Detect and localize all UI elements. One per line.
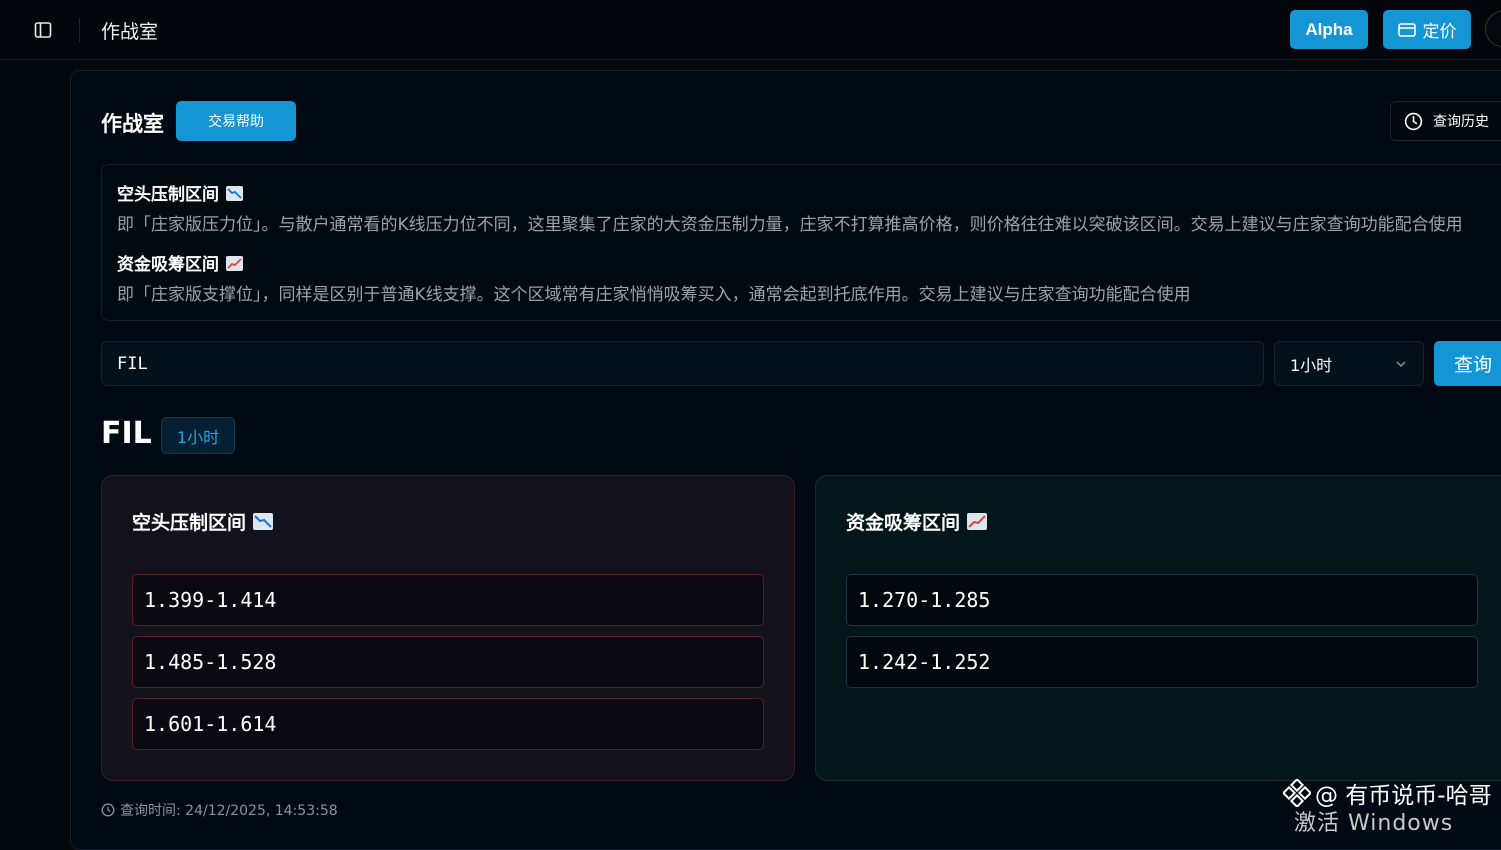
long-zone-title: 资金吸筹区间 (846, 508, 988, 535)
interval-select[interactable]: 1小时 (1274, 341, 1424, 386)
short-range-row: 1.399-1.414 (132, 574, 764, 626)
short-zone-info-title: 空头压制区间 (117, 180, 243, 205)
query-history-button[interactable]: 查询历史 (1390, 101, 1501, 141)
long-zone-info-title: 资金吸筹区间 (117, 250, 243, 275)
pricing-label: 定价 (1422, 22, 1457, 41)
long-zone-title-text: 资金吸筹区间 (846, 512, 961, 534)
interval-select-value: 1小时 (1290, 355, 1333, 375)
long-zone-info-description: 即「庄家版支撑位」，同样是区别于普通K线支撑。这个区域常有庄家悄悄吸筹买入，通常… (117, 285, 1191, 305)
chart-increasing-icon (967, 513, 988, 530)
long-range-row: 1.270-1.285 (846, 574, 1478, 626)
chart-increasing-icon (226, 256, 243, 271)
short-range-row: 1.485-1.528 (132, 636, 764, 688)
card-icon (1397, 22, 1416, 37)
chart-decreasing-icon (253, 513, 274, 530)
sidebar-toggle-icon[interactable] (32, 19, 54, 41)
top-bar: 作战室 Alpha 定价 (0, 0, 1501, 60)
pricing-button[interactable]: 定价 (1383, 10, 1471, 49)
alpha-button[interactable]: Alpha (1290, 10, 1368, 49)
result-symbol: FIL (101, 416, 152, 451)
avatar[interactable] (1485, 10, 1501, 48)
app-title: 作战室 (101, 21, 159, 43)
long-range-row: 1.242-1.252 (846, 636, 1478, 688)
binance-logo-icon (1283, 779, 1311, 807)
short-zone-title: 空头压制区间 (132, 508, 274, 535)
trade-help-button[interactable]: 交易帮助 (176, 101, 296, 141)
long-zone-info-title-text: 资金吸筹区间 (117, 255, 219, 275)
clock-icon (101, 803, 115, 817)
short-zone-info-title-text: 空头压制区间 (117, 185, 219, 205)
chevron-down-icon (1396, 361, 1406, 368)
short-zone-info-description: 即「庄家版压力位」。与散户通常看的K线压力位不同，这里聚集了庄家的大资金压制力量… (117, 215, 1463, 235)
query-history-label: 查询历史 (1433, 114, 1489, 130)
clock-icon (1404, 112, 1423, 130)
short-range-row: 1.601-1.614 (132, 698, 764, 750)
interval-badge: 1小时 (161, 417, 235, 454)
query-time-text: 查询时间: 24/12/2025, 14:53:58 (120, 803, 338, 819)
query-button[interactable]: 查询 (1434, 341, 1501, 386)
page-title: 作战室 (101, 112, 164, 136)
divider (79, 18, 80, 42)
query-time: 查询时间: 24/12/2025, 14:53:58 (101, 800, 338, 820)
symbol-input[interactable] (101, 341, 1264, 386)
short-zone-title-text: 空头压制区间 (132, 512, 247, 534)
os-activation-watermark: 激活 Windows (1294, 811, 1454, 836)
chart-decreasing-icon (226, 186, 243, 201)
